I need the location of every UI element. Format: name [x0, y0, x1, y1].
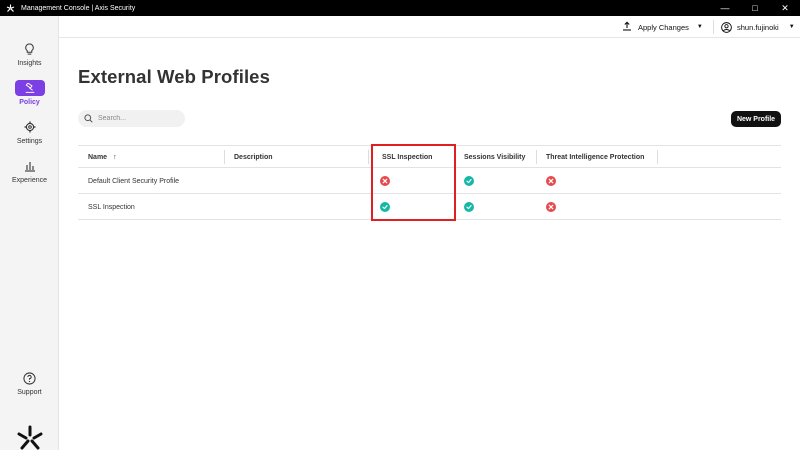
gavel-icon	[14, 80, 45, 96]
minimize-icon[interactable]: —	[710, 0, 740, 16]
status-enabled-icon	[464, 176, 474, 186]
column-divider	[657, 150, 658, 164]
profile-name[interactable]: SSL Inspection	[88, 194, 135, 220]
column-header-name[interactable]: Name ↑	[88, 146, 117, 168]
profiles-table: Name ↑ Description SSL Inspection Sessio…	[78, 145, 781, 220]
status-disabled-icon	[546, 176, 556, 186]
sidebar-item-label: Support	[17, 389, 42, 396]
sidebar-item-insights[interactable]: Insights	[0, 41, 59, 67]
sidebar-item-label: Settings	[16, 138, 43, 145]
column-header-ssl-inspection[interactable]: SSL Inspection	[382, 146, 432, 168]
table-header: Name ↑ Description SSL Inspection Sessio…	[78, 145, 781, 168]
column-header-description[interactable]: Description	[234, 146, 273, 168]
apply-changes-label: Apply Changes	[638, 22, 689, 32]
apply-changes-button[interactable]: Apply Changes ▼	[622, 16, 703, 38]
gear-icon	[15, 119, 45, 135]
top-bar: Apply Changes ▼ shun.fujinoki ▼	[59, 16, 800, 38]
sidebar-item-policy[interactable]: Policy	[0, 80, 59, 106]
status-enabled-icon	[380, 202, 390, 212]
sidebar-item-label: Insights	[17, 60, 42, 67]
column-divider	[455, 150, 456, 164]
chevron-down-icon: ▼	[696, 24, 703, 30]
window-title-bar: Management Console | Axis Security — □ ✕	[0, 0, 800, 16]
ssl-inspection-cell	[380, 168, 390, 194]
sidebar: Insights Policy Settings Experience Supp…	[0, 16, 59, 450]
bar-chart-icon	[15, 158, 45, 174]
profile-name[interactable]: Default Client Security Profile	[88, 168, 179, 194]
column-divider	[224, 150, 225, 164]
status-disabled-icon	[380, 176, 390, 186]
maximize-icon[interactable]: □	[740, 0, 770, 16]
axis-logo	[16, 424, 44, 452]
column-header-threat-intelligence[interactable]: Threat Intelligence Protection	[546, 146, 644, 168]
close-icon[interactable]: ✕	[770, 0, 800, 16]
sessions-visibility-cell	[464, 168, 474, 194]
table-row[interactable]: SSL Inspection	[78, 194, 781, 220]
threat-protection-cell	[546, 194, 556, 220]
lightbulb-icon	[15, 41, 45, 57]
search-input[interactable]	[98, 115, 178, 122]
topbar-divider	[713, 20, 714, 34]
app-logo-icon	[5, 3, 15, 13]
sidebar-item-label: Policy	[19, 99, 40, 106]
status-enabled-icon	[464, 202, 474, 212]
status-disabled-icon	[546, 202, 556, 212]
threat-protection-cell	[546, 168, 556, 194]
column-divider	[536, 150, 537, 164]
sidebar-item-settings[interactable]: Settings	[0, 119, 59, 145]
table-row[interactable]: Default Client Security Profile	[78, 168, 781, 194]
user-menu[interactable]: shun.fujinoki ▼	[721, 16, 795, 38]
upload-icon	[622, 21, 632, 33]
sidebar-item-support[interactable]: Support	[0, 370, 59, 396]
column-header-sessions-visibility[interactable]: Sessions Visibility	[464, 146, 525, 168]
search-icon	[84, 114, 93, 123]
user-name: shun.fujinoki	[737, 22, 779, 32]
user-avatar-icon	[721, 21, 732, 33]
question-circle-icon	[15, 370, 45, 386]
new-profile-button[interactable]: New Profile	[731, 111, 781, 127]
column-divider	[368, 150, 369, 164]
window-title: Management Console | Axis Security	[21, 4, 136, 12]
page-title: External Web Profiles	[78, 66, 270, 87]
sessions-visibility-cell	[464, 194, 474, 220]
sidebar-item-experience[interactable]: Experience	[0, 158, 59, 184]
ssl-inspection-cell	[380, 194, 390, 220]
sidebar-item-label: Experience	[11, 177, 48, 184]
sort-ascending-icon: ↑	[113, 153, 117, 161]
search-box[interactable]	[78, 110, 185, 127]
chevron-down-icon: ▼	[788, 24, 795, 30]
